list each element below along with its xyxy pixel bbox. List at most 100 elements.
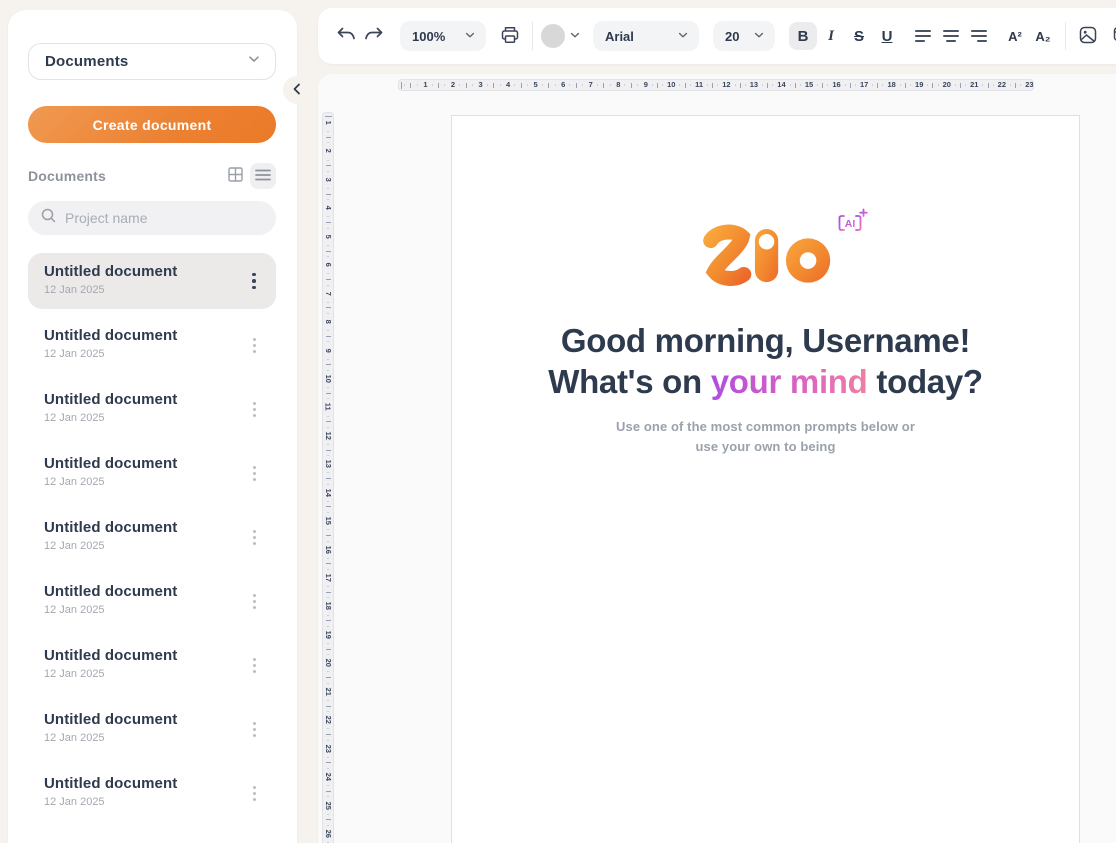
document-title: Untitled document xyxy=(44,263,260,280)
document-kebab-menu-button[interactable] xyxy=(244,590,264,612)
chevron-down-icon xyxy=(569,29,581,44)
document-list: Untitled document 12 Jan 2025 Untitled d… xyxy=(28,253,276,821)
document-kebab-menu-button[interactable] xyxy=(244,526,264,548)
document-date: 12 Jan 2025 xyxy=(44,732,260,744)
toolbar-divider xyxy=(1065,22,1066,50)
toolbar-divider xyxy=(532,22,533,50)
document-list-item[interactable]: Untitled document 12 Jan 2025 xyxy=(28,253,276,309)
plus-sparkle-icon xyxy=(860,210,867,217)
kebab-icon xyxy=(253,466,256,469)
document-list-item[interactable]: Untitled document 12 Jan 2025 xyxy=(28,765,276,821)
chevron-left-icon xyxy=(292,83,302,98)
document-title: Untitled document xyxy=(44,583,260,600)
document-kebab-menu-button[interactable] xyxy=(244,334,264,356)
chevron-down-icon xyxy=(677,29,689,44)
kebab-icon xyxy=(253,594,256,597)
document-list-item[interactable]: Untitled document 12 Jan 2025 xyxy=(28,445,276,501)
print-button[interactable] xyxy=(496,22,524,50)
vertical-ruler: 1234567891011121314151617181920212223242… xyxy=(322,112,334,843)
editor-toolbar: 100% Arial 20 B I S U xyxy=(318,8,1116,64)
document-date: 12 Jan 2025 xyxy=(44,668,260,680)
list-view-button[interactable] xyxy=(250,163,276,189)
document-title: Untitled document xyxy=(44,519,260,536)
zio-logo-mark xyxy=(697,224,835,286)
insert-image-button[interactable] xyxy=(1074,22,1102,50)
document-list-item[interactable]: Untitled document 12 Jan 2025 xyxy=(28,637,276,693)
search-input[interactable] xyxy=(65,210,264,226)
document-list-item[interactable]: Untitled document 12 Jan 2025 xyxy=(28,573,276,629)
chevron-down-icon xyxy=(464,29,476,44)
kebab-icon xyxy=(253,658,256,661)
chevron-down-icon xyxy=(753,29,765,44)
align-center-button[interactable] xyxy=(937,22,965,50)
italic-button[interactable]: I xyxy=(817,22,845,50)
create-document-button[interactable]: Create document xyxy=(28,106,276,143)
kebab-icon xyxy=(252,273,256,277)
sidebar: Documents Create document Documents xyxy=(8,10,297,843)
font-family-select[interactable]: Arial xyxy=(593,21,699,51)
horizontal-ruler: 1234567891011121314151617181920212223 xyxy=(398,79,1034,91)
documents-list-header: Documents xyxy=(28,163,276,189)
grid-view-icon xyxy=(227,166,244,186)
align-right-icon xyxy=(971,30,987,42)
document-list-item[interactable]: Untitled document 12 Jan 2025 xyxy=(28,381,276,437)
list-view-icon xyxy=(255,169,271,184)
grid-view-button[interactable] xyxy=(222,163,248,189)
editor-area: 1234567891011121314151617181920212223 12… xyxy=(318,74,1116,843)
zoom-select[interactable]: 100% xyxy=(400,21,486,51)
align-left-button[interactable] xyxy=(909,22,937,50)
document-date: 12 Jan 2025 xyxy=(44,604,260,616)
align-left-icon xyxy=(915,30,931,42)
app-window: Documents Create document Documents xyxy=(0,0,1116,843)
printer-icon xyxy=(500,25,520,48)
undo-icon xyxy=(336,27,356,46)
document-page[interactable]: AI Good morning, Username! What's on you… xyxy=(451,115,1080,843)
table-add-icon xyxy=(1112,25,1116,48)
search-box xyxy=(28,201,276,235)
insert-table-button[interactable] xyxy=(1108,22,1116,50)
document-kebab-menu-button[interactable] xyxy=(244,718,264,740)
search-icon xyxy=(41,208,56,228)
superscript-button[interactable]: A² xyxy=(1001,22,1029,50)
document-date: 12 Jan 2025 xyxy=(44,412,260,424)
bold-button[interactable]: B xyxy=(789,22,817,50)
document-kebab-menu-button[interactable] xyxy=(244,654,264,676)
kebab-icon xyxy=(253,338,256,341)
greeting-line2-suffix: today? xyxy=(868,363,983,400)
document-list-item[interactable]: Untitled document 12 Jan 2025 xyxy=(28,509,276,565)
redo-button[interactable] xyxy=(360,22,388,50)
undo-button[interactable] xyxy=(332,22,360,50)
subscript-button[interactable]: A₂ xyxy=(1029,22,1057,50)
greeting-line1: Good morning, Username! xyxy=(561,322,970,359)
document-title: Untitled document xyxy=(44,711,260,728)
document-date: 12 Jan 2025 xyxy=(44,476,260,488)
image-icon xyxy=(1078,25,1098,48)
strikethrough-button[interactable]: S xyxy=(845,22,873,50)
document-kebab-menu-button[interactable] xyxy=(244,398,264,420)
kebab-icon xyxy=(253,530,256,533)
document-date: 12 Jan 2025 xyxy=(44,540,260,552)
document-title: Untitled document xyxy=(44,327,260,344)
sidebar-collapse-button[interactable] xyxy=(283,76,311,104)
workspace-select[interactable]: Documents xyxy=(28,43,276,80)
align-center-icon xyxy=(943,30,959,42)
documents-list-header-label: Documents xyxy=(28,168,222,184)
document-kebab-menu-button[interactable] xyxy=(244,782,264,804)
document-kebab-menu-button[interactable] xyxy=(244,462,264,484)
color-swatch-circle xyxy=(541,24,565,48)
redo-icon xyxy=(364,27,384,46)
align-right-button[interactable] xyxy=(965,22,993,50)
document-list-item[interactable]: Untitled document 12 Jan 2025 xyxy=(28,317,276,373)
document-list-item[interactable]: Untitled document 12 Jan 2025 xyxy=(28,701,276,757)
greeting-line2-prefix: What's on xyxy=(548,363,711,400)
underline-button[interactable]: U xyxy=(873,22,901,50)
font-size-select[interactable]: 20 xyxy=(713,21,775,51)
text-color-picker[interactable] xyxy=(541,24,581,48)
document-title: Untitled document xyxy=(44,391,260,408)
document-kebab-menu-button[interactable] xyxy=(244,270,264,292)
workspace-select-value: Documents xyxy=(45,53,247,70)
subtitle-line2: use your own to being xyxy=(695,439,835,454)
kebab-icon xyxy=(253,722,256,725)
greeting-highlight: your mind xyxy=(711,363,868,400)
kebab-icon xyxy=(253,402,256,405)
